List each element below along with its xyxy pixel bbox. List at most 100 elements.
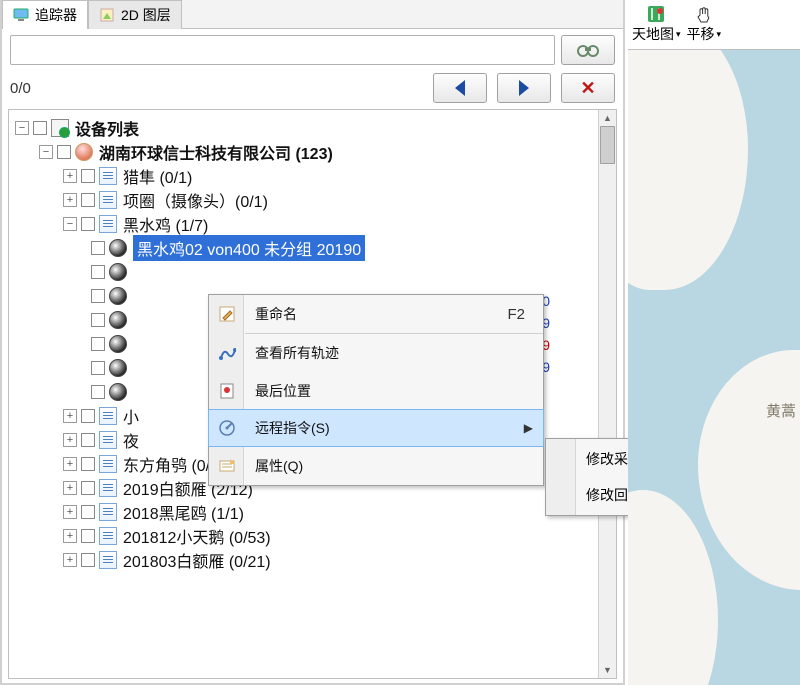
expander-icon[interactable]: −: [39, 145, 53, 159]
checkbox[interactable]: [33, 121, 47, 135]
checkbox[interactable]: [91, 337, 105, 351]
tree-group[interactable]: +201812小天鹅 (0/53): [13, 524, 616, 548]
expander-icon[interactable]: +: [63, 553, 77, 567]
checkbox[interactable]: [81, 529, 95, 543]
remote-icon: [217, 418, 237, 438]
checkbox[interactable]: [91, 265, 105, 279]
tree-org[interactable]: − 湖南环球信士科技有限公司 (123): [13, 140, 616, 164]
pan-tool[interactable]: 平移▾: [687, 5, 722, 44]
checkbox[interactable]: [57, 145, 71, 159]
list-icon: [99, 479, 117, 497]
menu-shortcut: F2: [507, 306, 525, 323]
list-icon: [99, 527, 117, 545]
tab-tracker[interactable]: 追踪器: [2, 0, 88, 29]
tracks-icon: [217, 343, 237, 363]
tool-label: 天地图: [632, 24, 674, 44]
prev-button[interactable]: [433, 73, 487, 103]
checkbox[interactable]: [81, 457, 95, 471]
tree-scrollbar[interactable]: ▲ ▼: [598, 110, 616, 678]
checkbox[interactable]: [81, 217, 95, 231]
tree-label: 猎隼 (0/1): [123, 164, 192, 188]
tree-label: 2018黑尾鸥 (1/1): [123, 500, 244, 524]
device-list-icon: [51, 119, 69, 137]
menu-label: 远程指令(S): [255, 418, 330, 438]
menu-last-position[interactable]: 最后位置: [209, 372, 543, 410]
list-icon: [99, 431, 117, 449]
map-place-label: 黄蒿: [766, 400, 796, 421]
checkbox[interactable]: [91, 385, 105, 399]
scroll-up-icon[interactable]: ▲: [599, 110, 616, 126]
tree-label: 小: [123, 404, 139, 428]
monitor-icon: [13, 7, 29, 23]
tree-group[interactable]: − 黑水鸡 (1/7): [13, 212, 616, 236]
next-button[interactable]: [497, 73, 551, 103]
tree-label: 201812小天鹅 (0/53): [123, 524, 271, 548]
chevron-down-icon: ▾: [676, 29, 681, 40]
expander-icon[interactable]: +: [63, 433, 77, 447]
map-toolbar: 天地图▾ 平移▾: [628, 0, 800, 50]
checkbox[interactable]: [81, 409, 95, 423]
menu-label: 查看所有轨迹: [255, 343, 339, 363]
expander-icon[interactable]: −: [63, 217, 77, 231]
list-icon: [99, 503, 117, 521]
device-icon: [109, 287, 127, 305]
list-icon: [99, 407, 117, 425]
map-canvas[interactable]: 黄蒿: [628, 50, 800, 685]
device-icon: [109, 263, 127, 281]
tree-label: 201803白额雁 (0/21): [123, 548, 271, 572]
tool-label: 平移: [687, 24, 715, 44]
checkbox[interactable]: [91, 289, 105, 303]
menu-remote-command[interactable]: 远程指令(S) ▶: [208, 409, 544, 447]
checkbox[interactable]: [91, 361, 105, 375]
device-icon: [109, 359, 127, 377]
expander-icon[interactable]: +: [63, 457, 77, 471]
list-icon: [99, 455, 117, 473]
expander-icon[interactable]: +: [63, 505, 77, 519]
tab-2d-layer[interactable]: 2D 图层: [88, 0, 182, 29]
basemap-selector[interactable]: 天地图▾: [632, 5, 681, 44]
hand-icon: [695, 5, 713, 23]
tree-label: 黑水鸡02 von400 未分组 20190: [133, 235, 365, 261]
org-icon: [75, 143, 93, 161]
expander-icon[interactable]: +: [63, 169, 77, 183]
expander-icon[interactable]: +: [63, 193, 77, 207]
expander-icon[interactable]: +: [63, 409, 77, 423]
menu-rename[interactable]: 重命名 F2: [209, 295, 543, 333]
chevron-down-icon: ▾: [717, 29, 722, 40]
tree-group[interactable]: +2018黑尾鸥 (1/1): [13, 500, 616, 524]
tree-label: 黑水鸡 (1/7): [123, 212, 208, 236]
menu-label: 最后位置: [255, 381, 311, 401]
list-icon: [99, 167, 117, 185]
tab-label: 2D 图层: [121, 5, 171, 25]
tree-group[interactable]: + 猎隼 (0/1): [13, 164, 616, 188]
checkbox[interactable]: [81, 553, 95, 567]
scroll-down-icon[interactable]: ▼: [599, 662, 616, 678]
triangle-right-icon: [519, 80, 529, 96]
layers-icon: [99, 7, 115, 23]
tree-group[interactable]: +201803白额雁 (0/21): [13, 548, 616, 572]
checkbox[interactable]: [91, 241, 105, 255]
scroll-thumb[interactable]: [600, 126, 615, 164]
tree-device[interactable]: [13, 260, 616, 284]
result-counter: 0/0: [10, 80, 31, 97]
expander-icon[interactable]: +: [63, 481, 77, 495]
menu-label: 重命名: [255, 304, 297, 324]
menu-properties[interactable]: 属性(Q): [209, 447, 543, 485]
checkbox[interactable]: [81, 505, 95, 519]
checkbox[interactable]: [81, 193, 95, 207]
search-input[interactable]: [10, 35, 555, 65]
tree-device[interactable]: 黑水鸡02 von400 未分组 20190: [13, 236, 616, 260]
clear-button[interactable]: ✕: [561, 73, 615, 103]
checkbox[interactable]: [81, 481, 95, 495]
search-button[interactable]: [561, 35, 615, 65]
tree-group[interactable]: + 项圈（摄像头）(0/1): [13, 188, 616, 212]
menu-view-tracks[interactable]: 查看所有轨迹: [209, 334, 543, 372]
position-icon: [217, 381, 237, 401]
expander-icon[interactable]: −: [15, 121, 29, 135]
checkbox[interactable]: [91, 313, 105, 327]
context-menu: 重命名 F2 查看所有轨迹 最后位置 远程指令(S) ▶ 属性(Q): [208, 294, 544, 486]
checkbox[interactable]: [81, 169, 95, 183]
checkbox[interactable]: [81, 433, 95, 447]
expander-icon[interactable]: +: [63, 529, 77, 543]
tree-root[interactable]: − 设备列表: [13, 116, 616, 140]
